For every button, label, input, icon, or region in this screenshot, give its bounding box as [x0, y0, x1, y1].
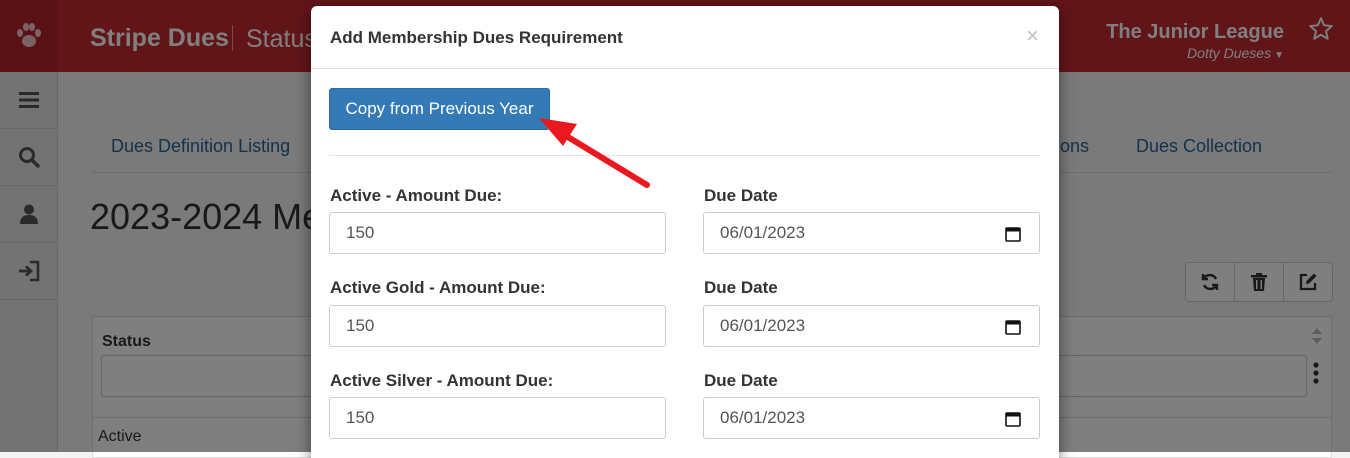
add-dues-modal: Add Membership Dues Requirement × Copy f… — [311, 6, 1059, 458]
annotation-arrow — [539, 118, 650, 188]
